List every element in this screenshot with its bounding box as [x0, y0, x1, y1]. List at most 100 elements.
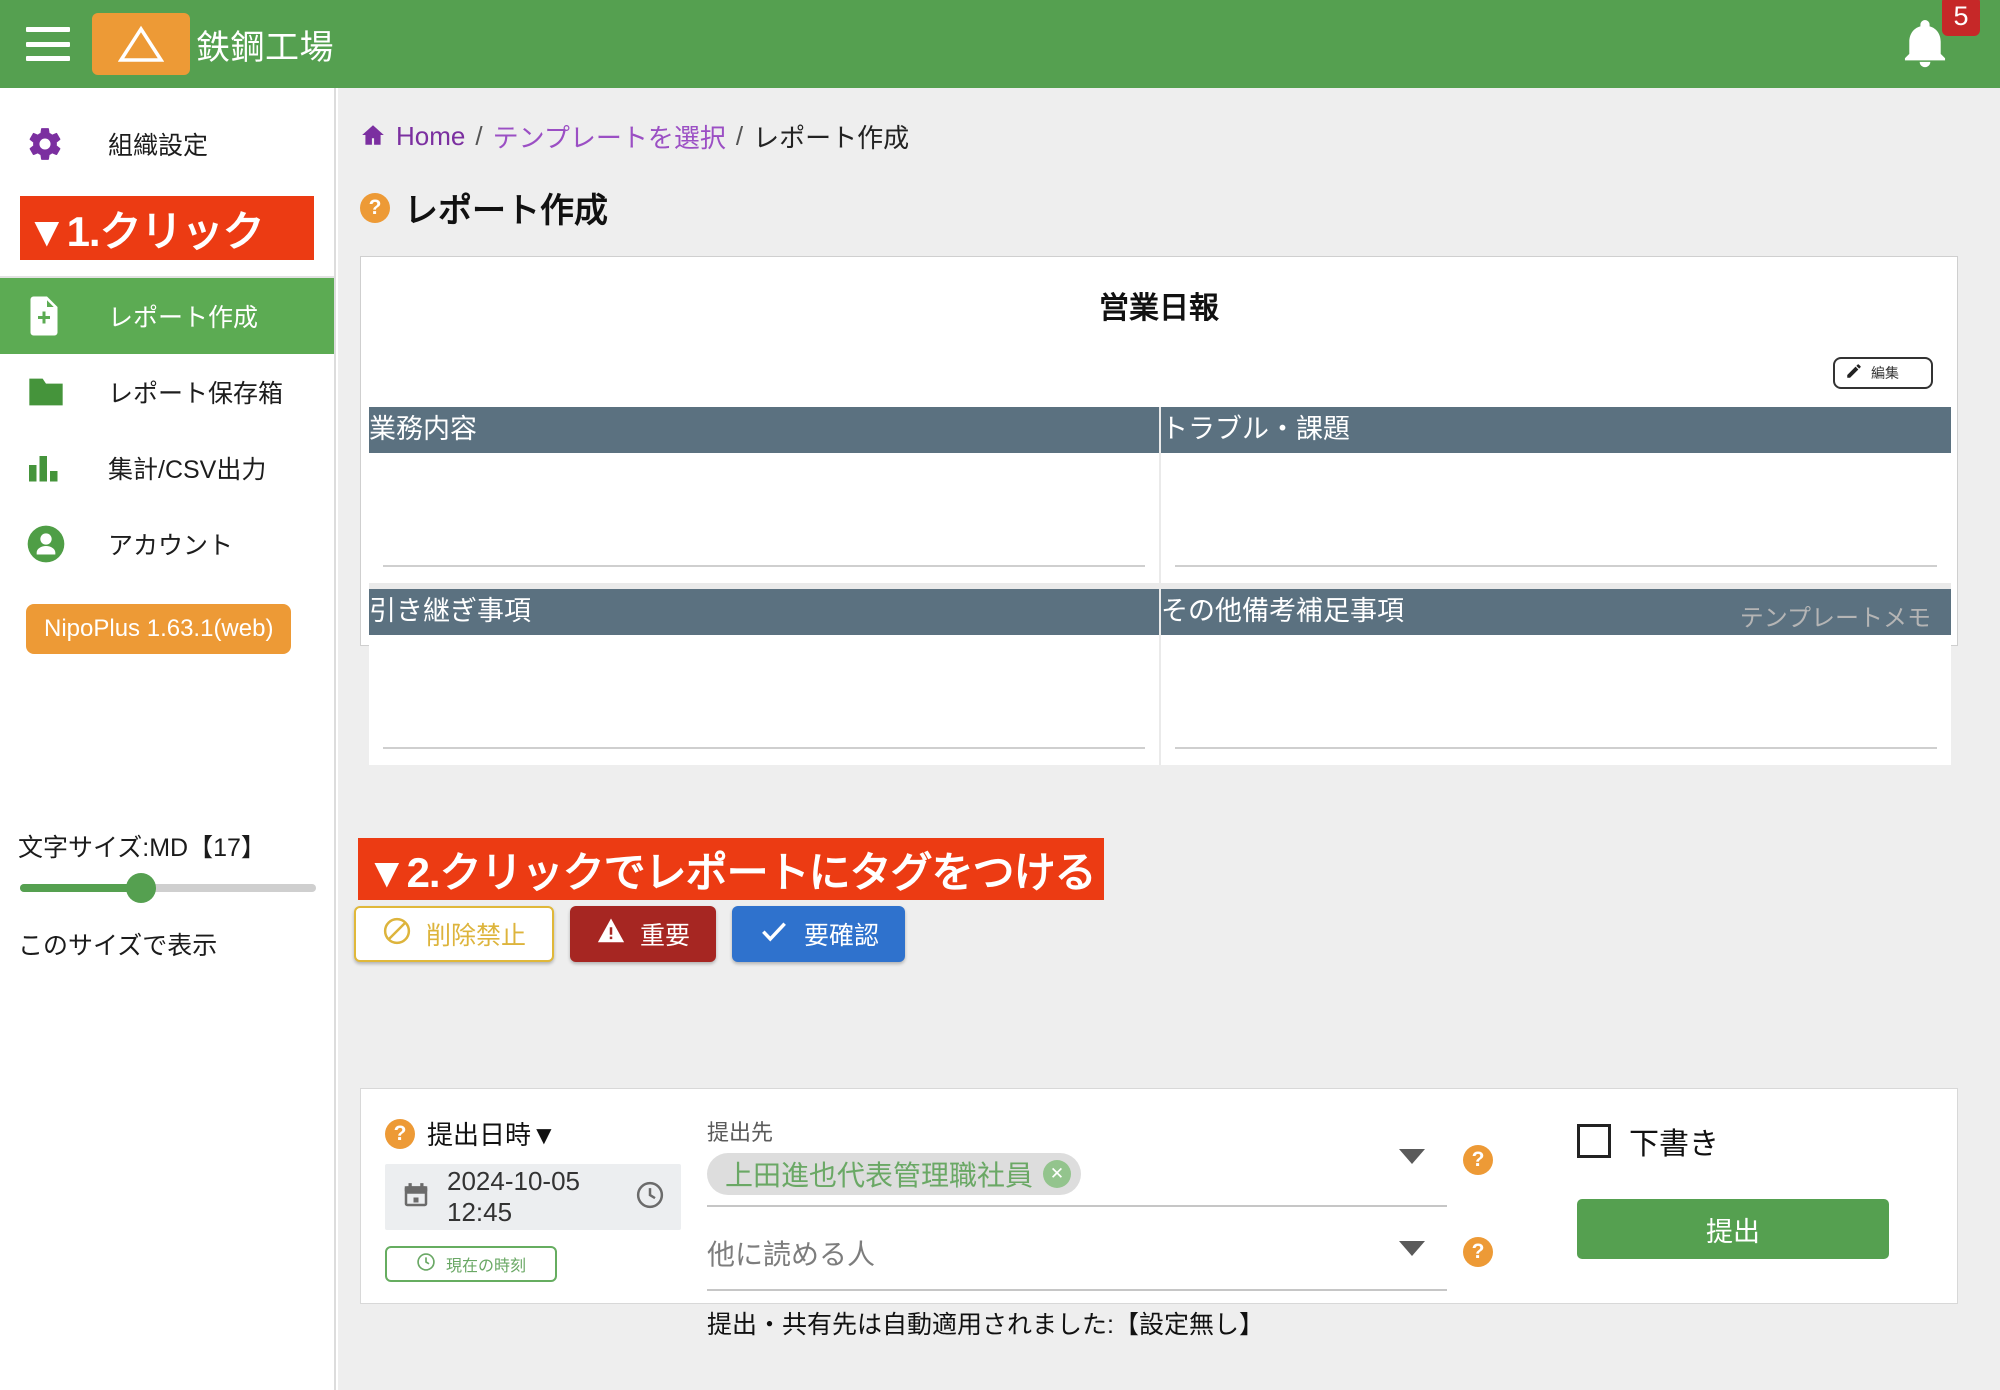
slider-fill	[20, 884, 141, 892]
app-header: 鉄鋼工場 5	[0, 0, 2000, 88]
font-size-demo-text: このサイズで表示	[18, 926, 318, 962]
help-question-icon[interactable]: ?	[385, 1119, 415, 1149]
folder-icon	[26, 375, 78, 409]
datetime-field[interactable]: 2024-10-05 12:45	[385, 1164, 681, 1230]
draft-checkbox[interactable]	[1577, 1124, 1611, 1158]
clock-icon	[416, 1252, 436, 1277]
tag-button-important[interactable]: 重要	[570, 906, 716, 962]
table-header-row: 業務内容 トラブル・課題	[369, 407, 1951, 453]
sidebar-item-label: レポート保存箱	[108, 374, 283, 410]
sidebar-item-label: 組織設定	[108, 126, 208, 162]
tag-label: 削除禁止	[426, 916, 526, 952]
app-title: 鉄鋼工場	[196, 20, 334, 69]
edit-button[interactable]: 編集	[1833, 357, 1933, 389]
sidebar-item-label: アカウント	[108, 526, 233, 562]
main-content: Home / テンプレートを選択 / レポート作成 ? レポート作成 営業日報 …	[338, 88, 2000, 1390]
triangle-logo-icon[interactable]	[92, 13, 190, 75]
field-header: 業務内容	[369, 407, 1160, 453]
field-input-cell[interactable]	[369, 635, 1160, 765]
pencil-icon	[1845, 362, 1863, 385]
breadcrumb-select-template[interactable]: テンプレートを選択	[493, 118, 726, 155]
breadcrumb-separator: /	[736, 121, 743, 152]
field-underline	[383, 747, 1145, 749]
notification-badge: 5	[1942, 0, 1980, 36]
sidebar-item-csv-export[interactable]: 集計/CSV出力	[0, 430, 334, 506]
version-badge[interactable]: NipoPlus 1.63.1(web)	[26, 604, 291, 654]
submit-button[interactable]: 提出	[1577, 1199, 1889, 1259]
field-header: トラブル・課題	[1160, 407, 1951, 453]
recipient-underline	[707, 1205, 1447, 1207]
sidebar-item-account[interactable]: アカウント	[0, 506, 334, 582]
table-input-row	[369, 453, 1951, 583]
sidebar-item-org-settings[interactable]: 組織設定	[0, 106, 334, 182]
draft-checkbox-row[interactable]: 下書き	[1577, 1119, 1935, 1163]
home-icon[interactable]	[360, 121, 386, 152]
table-header-row: 引き継ぎ事項 その他備考補足事項	[369, 589, 1951, 635]
caret-down-icon[interactable]	[1399, 1149, 1425, 1164]
page-title: レポート作成	[404, 183, 608, 232]
breadcrumb-home[interactable]: Home	[396, 121, 465, 152]
page-title-row: ? レポート作成	[338, 155, 2000, 232]
caret-down-icon[interactable]	[1399, 1241, 1425, 1256]
field-underline	[1175, 747, 1937, 749]
tag-label: 要確認	[804, 916, 879, 952]
calendar-icon	[401, 1180, 431, 1215]
datetime-column: ? 提出日時▼ 2024-10-05 12:45 現在の時刻	[361, 1089, 691, 1303]
breadcrumb-current: レポート作成	[753, 118, 909, 155]
template-fields-table: 業務内容 トラブル・課題 引き継ぎ事項 その他備考補足事項	[369, 407, 1951, 765]
tag-button-row: 削除禁止 重要 要確認	[354, 906, 905, 962]
tag-button-no-delete[interactable]: 削除禁止	[354, 906, 554, 962]
triangle-glyph	[118, 24, 164, 64]
readers-field-group: 他に読める人 ?	[707, 1233, 1447, 1291]
close-circle-icon[interactable]: ✕	[1043, 1160, 1071, 1188]
breadcrumb-separator: /	[475, 121, 482, 152]
warning-triangle-icon	[596, 916, 626, 953]
sidebar-item-label: レポート作成	[108, 298, 258, 334]
sidebar-item-label: 集計/CSV出力	[108, 450, 266, 486]
recipients-column: 提出先 上田進也代表管理職社員 ✕ ? 他に読める人 ? 提出・共有先は自動適用…	[691, 1089, 1577, 1303]
bar-chart-icon	[26, 451, 78, 485]
now-time-button[interactable]: 現在の時刻	[385, 1246, 557, 1282]
field-header: 引き継ぎ事項	[369, 589, 1160, 635]
prohibited-icon	[382, 916, 412, 953]
datetime-value: 2024-10-05 12:45	[447, 1166, 619, 1228]
help-question-icon[interactable]: ?	[1463, 1237, 1493, 1267]
field-input-cell[interactable]	[1160, 453, 1951, 583]
help-question-icon[interactable]: ?	[1463, 1145, 1493, 1175]
font-size-control: 文字サイズ:MD【17】 このサイズで表示	[0, 828, 336, 962]
sidebar: 組織設定 ▼1.クリック レポート作成 レポート保存箱 集計/CSV出力 アカウ…	[0, 88, 336, 1390]
breadcrumb: Home / テンプレートを選択 / レポート作成	[338, 88, 2000, 155]
template-memo-label: テンプレートメモ	[1740, 598, 1931, 633]
gear-icon	[26, 125, 78, 163]
template-card: 営業日報 編集 業務内容 トラブル・課題	[360, 256, 1958, 646]
recipient-chip-label: 上田進也代表管理職社員	[725, 1154, 1033, 1194]
field-input-cell[interactable]	[1160, 635, 1951, 765]
file-add-icon	[26, 295, 78, 337]
notification-bell-icon[interactable]: 5	[1896, 14, 1966, 74]
readers-placeholder[interactable]: 他に読める人	[707, 1233, 1447, 1273]
hamburger-menu-icon[interactable]	[26, 27, 70, 61]
submit-panel: ? 提出日時▼ 2024-10-05 12:45 現在の時刻	[360, 1088, 1958, 1304]
recipient-label: 提出先	[707, 1115, 1447, 1147]
auto-apply-note: 提出・共有先は自動適用されました:【設定無し】	[707, 1305, 1577, 1341]
annotation-step2-banner: ▼2.クリックでレポートにタグをつける	[358, 838, 1104, 900]
datetime-header: ? 提出日時▼	[385, 1115, 691, 1152]
field-underline	[1175, 565, 1937, 567]
tag-button-needs-check[interactable]: 要確認	[732, 906, 905, 962]
sidebar-item-create-report[interactable]: レポート作成	[0, 278, 334, 354]
draft-label: 下書き	[1629, 1119, 1719, 1163]
account-person-icon	[26, 524, 78, 564]
sidebar-item-report-box[interactable]: レポート保存箱	[0, 354, 334, 430]
slider-thumb[interactable]	[126, 873, 156, 903]
clock-icon[interactable]	[635, 1180, 665, 1215]
table-input-row	[369, 635, 1951, 765]
recipient-chip[interactable]: 上田進也代表管理職社員 ✕	[707, 1153, 1081, 1195]
field-underline	[383, 565, 1145, 567]
font-size-slider[interactable]	[20, 884, 316, 892]
edit-button-label: 編集	[1871, 363, 1899, 383]
field-input-cell[interactable]	[369, 453, 1160, 583]
annotation-step1-banner: ▼1.クリック	[20, 196, 314, 260]
submit-column: 下書き 提出	[1577, 1089, 1957, 1303]
readers-underline	[707, 1289, 1447, 1291]
help-question-icon[interactable]: ?	[360, 193, 390, 223]
